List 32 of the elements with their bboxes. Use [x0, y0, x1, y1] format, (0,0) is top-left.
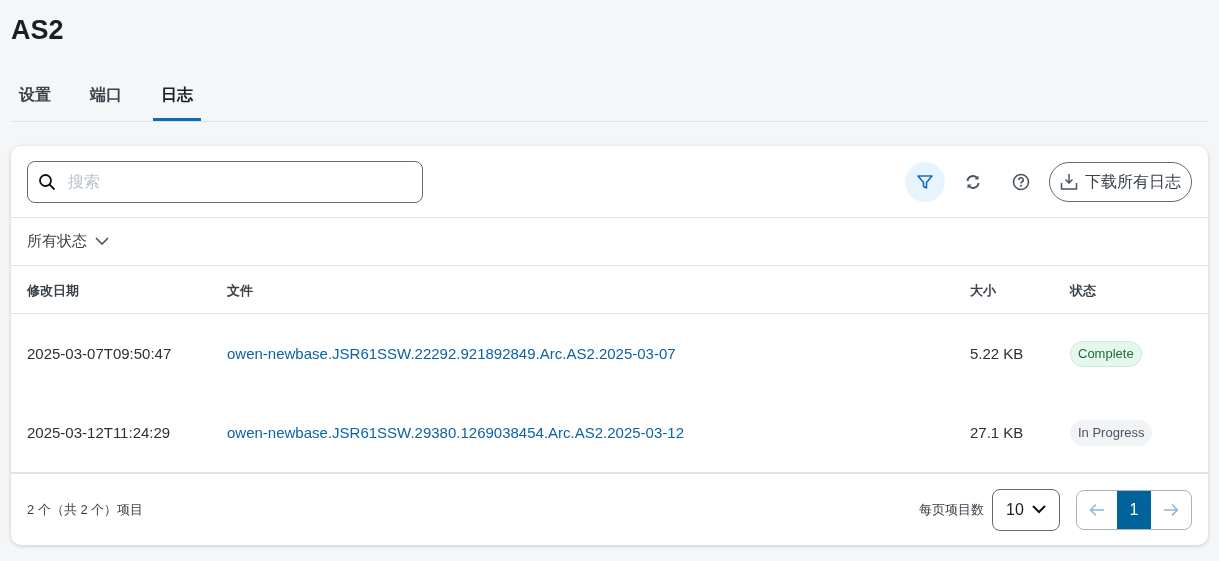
table-cell: 2025-03-12T11:24:29 — [27, 424, 171, 441]
column-header: 文件 — [227, 282, 253, 298]
status-dropdown[interactable]: 所有状态 — [27, 230, 109, 253]
chevron-down-icon — [95, 237, 109, 246]
table-cell: 2025-03-07T09:50:47 — [27, 345, 172, 362]
per-page-select[interactable]: 10 — [992, 488, 1060, 531]
page-button[interactable]: 1 — [1117, 490, 1151, 529]
tab[interactable]: 日志 — [153, 72, 201, 121]
search-field[interactable]: 搜索 — [27, 160, 423, 203]
status-badge: Complete — [1070, 341, 1142, 367]
column-header: 状态 — [1070, 282, 1096, 298]
download-icon — [1060, 172, 1078, 191]
arrow-right-icon — [1163, 502, 1179, 517]
file-link[interactable]: owen-newbase.JSR61SSW.22292.921892849.Arc.AS2.2025-03-07 — [227, 345, 676, 362]
arrow-left-icon — [1089, 502, 1105, 517]
file-link[interactable]: owen-newbase.JSR61SSW.29380.1269038454.Arc.AS2.2025-03-12 — [227, 424, 684, 441]
status-badge: In Progress — [1070, 420, 1153, 446]
tab[interactable]: 端口 — [82, 72, 130, 121]
filter-icon — [916, 172, 934, 191]
search-icon — [38, 172, 56, 191]
table-cell: 27.1 KB — [970, 424, 1024, 441]
item-count-text: 2 个（共 2 个）项目 — [27, 500, 144, 519]
table-cell: 5.22 KB — [970, 345, 1024, 362]
column-header: 修改日期 — [27, 282, 79, 298]
per-page-label: 每页项目数 — [919, 500, 984, 519]
tab[interactable]: 设置 — [11, 72, 59, 121]
help-icon — [1012, 172, 1030, 191]
chevron-down-icon — [1031, 505, 1046, 514]
column-header: 大小 — [970, 282, 996, 298]
filter-button[interactable] — [905, 161, 945, 202]
refresh-icon — [965, 173, 981, 190]
page-title: AS2 — [11, 14, 65, 47]
